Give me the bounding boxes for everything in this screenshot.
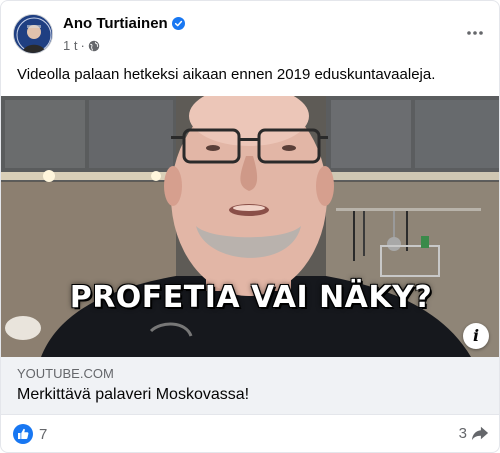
info-icon[interactable]: i	[463, 323, 489, 349]
author-avatar[interactable]	[13, 14, 53, 54]
shares-summary[interactable]: 3	[459, 424, 489, 442]
reaction-count: 7	[39, 425, 48, 443]
share-arrow-icon	[471, 426, 489, 441]
link-preview[interactable]: YOUTUBE.COM Merkittävä palaveri Moskovas…	[1, 357, 499, 415]
video-frame-image	[1, 96, 499, 357]
globe-icon[interactable]	[88, 40, 100, 52]
link-title: Merkittävä palaveri Moskovassa!	[17, 386, 250, 403]
reactions-summary[interactable]: 7	[13, 424, 47, 444]
like-icon	[13, 424, 33, 444]
more-horizontal-icon	[467, 31, 483, 35]
avatar-image	[14, 15, 52, 53]
author-name: Ano Turtiainen	[63, 15, 168, 32]
more-options-button[interactable]	[461, 19, 489, 47]
share-count: 3	[458, 424, 467, 442]
video-headline-overlay: PROFETIA VAI NÄKY?	[69, 280, 433, 315]
author-name-link[interactable]: Ano Turtiainen	[63, 15, 185, 32]
post-timestamp[interactable]: 1 t	[63, 38, 77, 53]
post-header: Ano Turtiainen 1 t ·	[1, 1, 499, 63]
video-thumbnail[interactable]: PROFETIA VAI NÄKY? i	[1, 96, 499, 357]
post-footer: 7 3	[1, 415, 499, 452]
link-domain: YOUTUBE.COM	[17, 366, 114, 381]
post-meta: 1 t ·	[63, 38, 100, 53]
post-card: Ano Turtiainen 1 t · Videolla palaan het…	[0, 0, 500, 453]
post-message: Videolla palaan hetkeksi aikaan ennen 20…	[17, 66, 436, 83]
meta-separator: ·	[80, 38, 85, 53]
verified-badge-icon	[171, 17, 185, 30]
